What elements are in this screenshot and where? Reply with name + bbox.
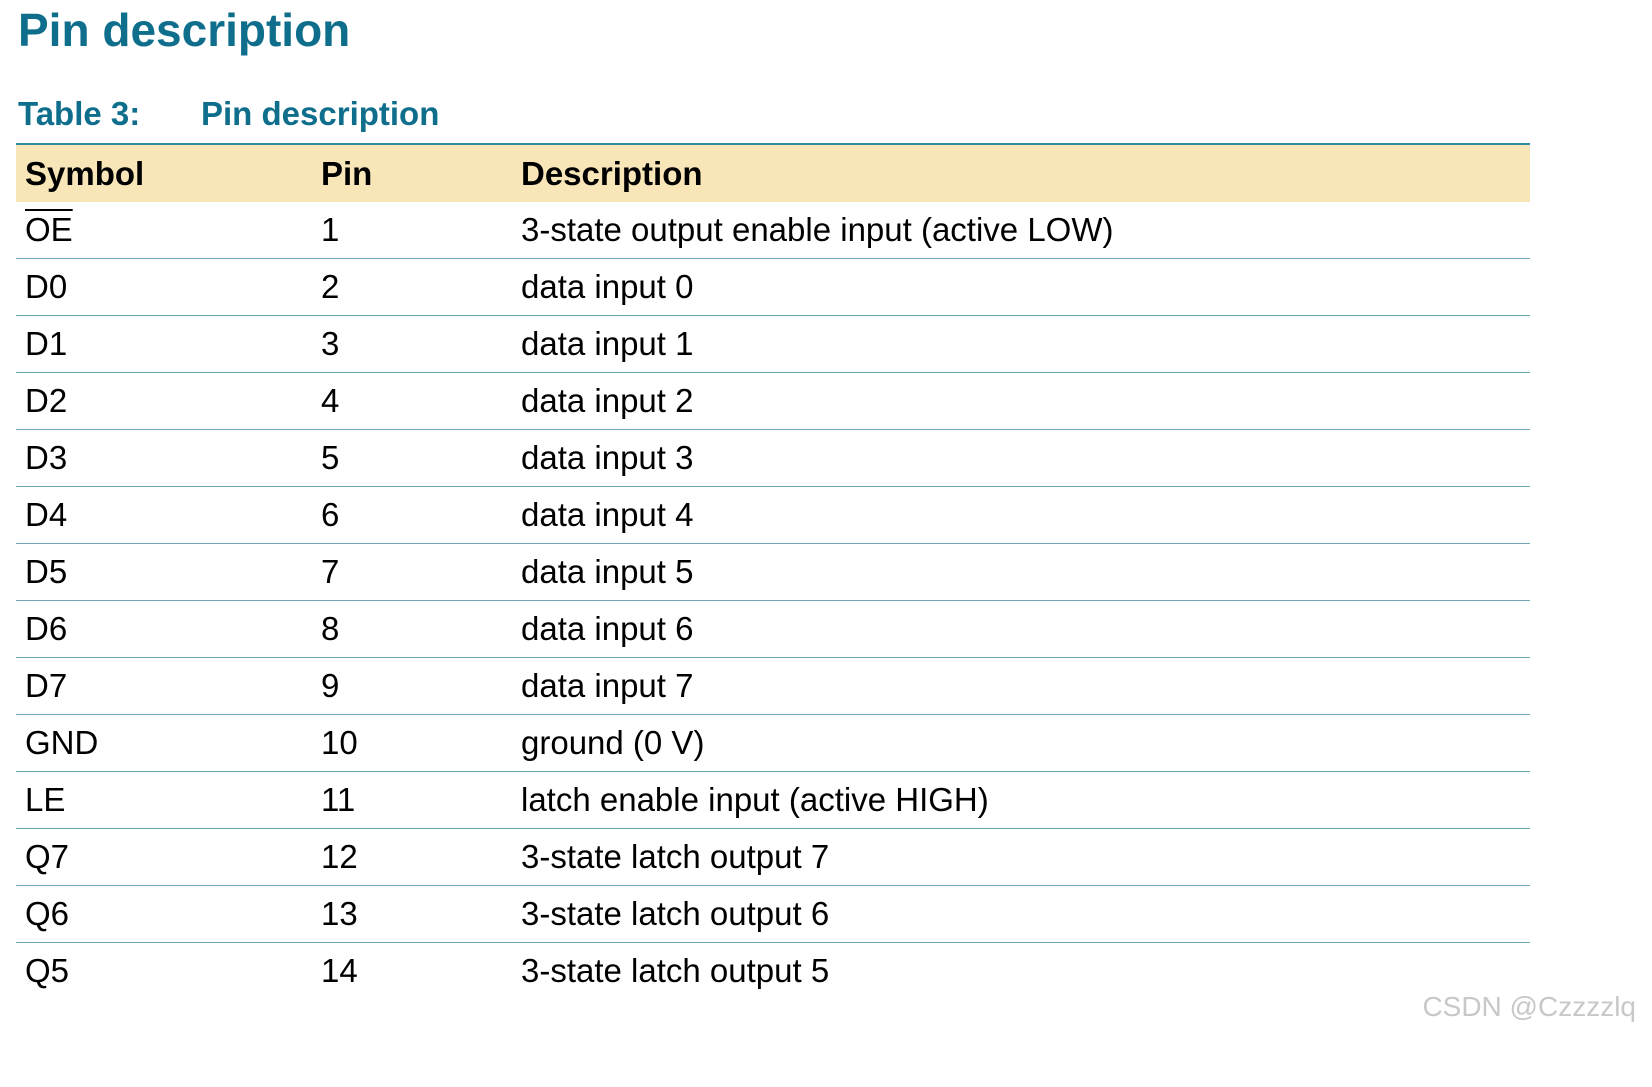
table-row: Q7 12 3-state latch output 7 [16, 828, 1530, 886]
symbol-text: D2 [25, 382, 68, 419]
cell-description: data input 7 [512, 657, 1530, 715]
table-row: OE 1 3-state output enable input (active L… [16, 202, 1530, 259]
cell-symbol: Q6 [16, 885, 312, 943]
table-row: Q6 13 3-state latch output 6 [16, 885, 1530, 943]
column-header-symbol: Symbol [16, 144, 312, 202]
symbol-text: D4 [25, 496, 68, 533]
cell-pin: 5 [312, 429, 512, 487]
symbol-text: Q6 [25, 895, 70, 932]
cell-description: data input 5 [512, 543, 1530, 601]
table-row: D3 5 data input 3 [16, 429, 1530, 487]
cell-pin: 13 [312, 885, 512, 943]
cell-symbol: D5 [16, 543, 312, 601]
cell-symbol: D7 [16, 657, 312, 715]
cell-symbol: D0 [16, 258, 312, 316]
symbol-text: D6 [25, 610, 68, 647]
cell-pin: 6 [312, 486, 512, 544]
cell-pin: 7 [312, 543, 512, 601]
cell-symbol: D6 [16, 600, 312, 658]
watermark: CSDN @Czzzzlq [1422, 991, 1636, 1022]
cell-symbol: GND [16, 714, 312, 772]
symbol-text: D5 [25, 553, 68, 590]
cell-symbol: Q7 [16, 828, 312, 886]
cell-description: latch enable input (active HIGH) [512, 771, 1530, 829]
cell-description: 3-state latch output 5 [521, 952, 830, 989]
table-body: OE 1 3-state output enable input (active L… [16, 202, 1530, 999]
table-row: D5 7 data input 5 [16, 543, 1530, 601]
cell-pin: 10 [312, 714, 512, 772]
cell-description: data input 2 [512, 372, 1530, 430]
cell-pin: 3 [312, 315, 512, 373]
cell-pin: 14 [321, 952, 358, 989]
symbol-text: GND [25, 724, 99, 761]
cell-description: data input 6 [512, 600, 1530, 658]
symbol-text: Q5 [25, 952, 70, 989]
symbol-text: D3 [25, 439, 68, 476]
cell-description: 3-state latch output 6 [512, 885, 1530, 943]
cell-description: 3-state latch output 7 [512, 828, 1530, 886]
table-row: D0 2 data input 0 [16, 258, 1530, 316]
column-header-pin: Pin [312, 144, 512, 202]
cell-symbol: D3 [16, 429, 312, 487]
cell-pin: 4 [312, 372, 512, 430]
cell-pin: 12 [312, 828, 512, 886]
symbol-text: D0 [25, 268, 68, 305]
cell-symbol: D4 [16, 486, 312, 544]
table-row: GND 10 ground (0 V) [16, 714, 1530, 772]
table-row: LE 11 latch enable input (active HIGH) [16, 771, 1530, 829]
table-row: Q5 14 3-state latch output 5 [16, 943, 1530, 1000]
cell-pin: 11 [312, 771, 512, 829]
cell-description: data input 0 [512, 258, 1530, 316]
cell-pin: 9 [312, 657, 512, 715]
symbol-text: D7 [25, 667, 68, 704]
cell-symbol: Q5 [16, 943, 312, 1000]
symbol-text: LE [25, 781, 66, 818]
cell-symbol: D2 [16, 372, 312, 430]
table-caption: Table 3: Pin description [18, 94, 439, 134]
table-header: Symbol Pin Description [16, 144, 1530, 202]
table-caption-number: Table 3: [18, 95, 141, 132]
cell-symbol: D1 [16, 315, 312, 373]
cell-symbol: LE [16, 771, 312, 829]
pin-description-table: Symbol Pin Description OE 1 3-state output… [16, 143, 1530, 999]
table-row: D4 6 data input 4 [16, 486, 1530, 544]
table-row: D2 4 data input 2 [16, 372, 1530, 430]
table-row: D1 3 data input 1 [16, 315, 1530, 373]
cell-pin: 2 [312, 258, 512, 316]
cell-description: 3-state output enable input (active LOW) [512, 202, 1530, 259]
cell-description: ground (0 V) [512, 714, 1530, 772]
column-header-description: Description [512, 144, 1530, 202]
table-row: D6 8 data input 6 [16, 600, 1530, 658]
cell-pin: 8 [312, 600, 512, 658]
symbol-text: D1 [25, 325, 68, 362]
cell-description: data input 4 [512, 486, 1530, 544]
table-row: D7 9 data input 7 [16, 657, 1530, 715]
symbol-text: OE [25, 211, 73, 248]
symbol-text: Q7 [25, 838, 70, 875]
page-title: Pin description [18, 4, 351, 56]
cell-pin: 1 [312, 202, 512, 259]
table-header-row: Symbol Pin Description [16, 144, 1530, 202]
cell-description: data input 1 [512, 315, 1530, 373]
cell-symbol: OE [16, 202, 312, 259]
table-caption-title: Pin description [201, 95, 440, 132]
cell-description: data input 3 [512, 429, 1530, 487]
